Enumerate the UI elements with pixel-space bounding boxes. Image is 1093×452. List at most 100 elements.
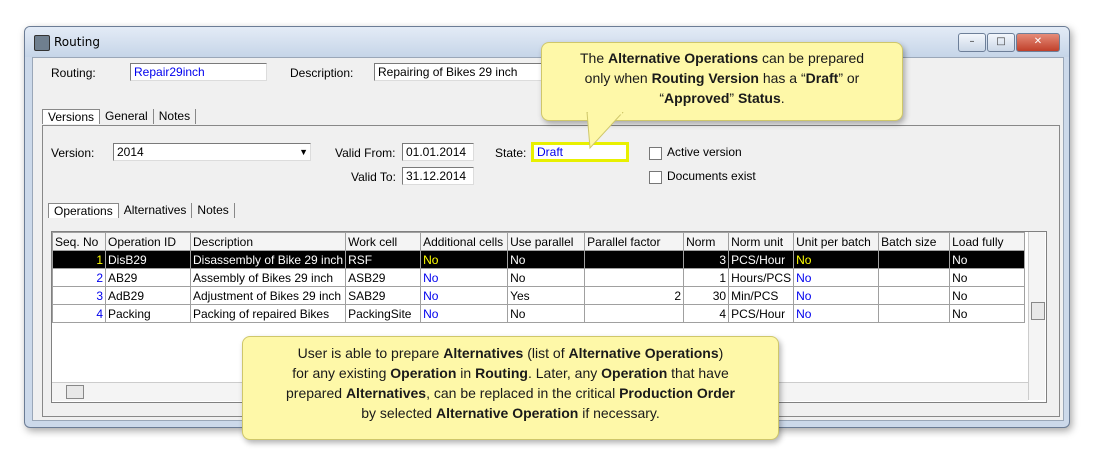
table-cell[interactable]: Packing — [105, 304, 191, 323]
table-cell[interactable]: No — [420, 304, 509, 323]
table-row[interactable]: 3 AdB29 Adjustment of Bikes 29 inch SAB29 No… — [52, 286, 1026, 305]
callout-b-line-3: prepared Alternatives, can be replaced i… — [286, 385, 735, 401]
table-cell[interactable]: No — [420, 286, 509, 305]
tab-versions[interactable]: Versions — [42, 109, 101, 124]
table-cell[interactable]: No — [793, 286, 880, 305]
table-cell[interactable] — [878, 250, 951, 269]
col-norm[interactable]: Norm — [683, 232, 730, 251]
table-cell[interactable]: Assembly of Bikes 29 inch — [189, 268, 347, 287]
documents-exist-checkbox[interactable] — [649, 171, 662, 184]
close-button[interactable]: ✕ — [1016, 33, 1060, 52]
table-cell[interactable] — [584, 268, 685, 287]
col-seq-no[interactable]: Seq. No — [52, 232, 106, 251]
table-cell[interactable]: PCS/Hour — [728, 304, 795, 323]
table-cell[interactable]: No — [507, 250, 586, 269]
tab-inner-notes[interactable]: Notes — [192, 203, 235, 218]
table-cell[interactable]: Hours/PCS — [728, 268, 795, 287]
table-cell[interactable]: PCS/Hour — [728, 250, 795, 269]
maximize-button[interactable]: □ — [987, 33, 1015, 52]
table-cell[interactable]: Yes — [507, 286, 586, 305]
table-cell[interactable]: Disassembly of Bike 29 inch — [189, 250, 347, 269]
table-cell[interactable]: No — [507, 304, 586, 323]
top-tab-strip: Versions General Notes — [42, 109, 197, 124]
table-cell[interactable]: 3 — [52, 286, 106, 305]
table-cell[interactable]: DisB29 — [105, 250, 191, 269]
col-norm-unit[interactable]: Norm unit — [728, 232, 795, 251]
version-value: 2014 — [117, 145, 144, 159]
col-work-cell[interactable]: Work cell — [345, 232, 422, 251]
minimize-button[interactable]: – — [958, 33, 986, 52]
table-cell[interactable]: SAB29 — [345, 286, 422, 305]
table-cell[interactable]: AdB29 — [105, 286, 191, 305]
routing-label: Routing: — [51, 66, 96, 80]
table-cell[interactable]: No — [420, 268, 509, 287]
col-use-parallel[interactable]: Use parallel — [507, 232, 586, 251]
description-label: Description: — [290, 66, 354, 80]
table-header-row: Seq. No Operation ID Description Work ce… — [52, 232, 1026, 251]
callout-b-line-4: by selected Alternative Operation if nec… — [361, 405, 660, 421]
tab-general[interactable]: General — [100, 109, 154, 124]
table-cell[interactable]: Min/PCS — [728, 286, 795, 305]
col-unit-per-batch[interactable]: Unit per batch — [793, 232, 880, 251]
valid-from-input[interactable]: 01.01.2014 — [402, 143, 474, 161]
table-cell[interactable]: AB29 — [105, 268, 191, 287]
callout-line-2: only when Routing Version has a “Draft” … — [584, 70, 860, 86]
table-cell[interactable]: ASB29 — [345, 268, 422, 287]
col-batch-size[interactable]: Batch size — [878, 232, 951, 251]
table-cell[interactable]: PackingSite — [345, 304, 422, 323]
table-cell[interactable]: 4 — [683, 304, 730, 323]
table-cell[interactable]: No — [420, 250, 509, 269]
active-version-checkbox[interactable] — [649, 147, 662, 160]
callout-line-3: “Approved” Status. — [659, 90, 785, 106]
state-label: State: — [495, 146, 527, 160]
table-cell[interactable]: No — [949, 286, 1026, 305]
table-cell[interactable] — [878, 268, 951, 287]
col-load-fully[interactable]: Load fully — [949, 232, 1026, 251]
col-additional-cells[interactable]: Additional cells — [420, 232, 509, 251]
table-cell[interactable]: 2 — [52, 268, 106, 287]
version-select[interactable]: 2014 ▼ — [113, 143, 311, 161]
tab-operations[interactable]: Operations — [48, 203, 119, 218]
table-cell[interactable]: RSF — [345, 250, 422, 269]
app-icon — [34, 35, 50, 51]
table-cell[interactable]: 1 — [52, 250, 106, 269]
routing-input[interactable]: Repair29inch — [130, 63, 267, 81]
table-cell[interactable]: No — [949, 268, 1026, 287]
table-cell[interactable]: 4 — [52, 304, 106, 323]
table-row[interactable]: 1 DisB29 Disassembly of Bike 29 inch RSF No N… — [52, 250, 1026, 269]
callout-draft-approved: The Alternative Operations can be prepar… — [541, 42, 903, 121]
valid-from-label: Valid From: — [335, 146, 396, 160]
table-cell[interactable]: No — [949, 304, 1026, 323]
table-cell[interactable]: 1 — [683, 268, 730, 287]
table-cell[interactable] — [878, 286, 951, 305]
hscroll-thumb[interactable] — [66, 385, 84, 399]
table-cell[interactable]: 3 — [683, 250, 730, 269]
table-cell[interactable]: No — [793, 250, 880, 269]
table-cell[interactable]: Packing of repaired Bikes — [189, 304, 347, 323]
table-cell[interactable]: 2 — [584, 286, 685, 305]
col-description[interactable]: Description — [189, 232, 347, 251]
chevron-down-icon[interactable]: ▼ — [299, 144, 308, 161]
table-cell[interactable]: No — [507, 268, 586, 287]
table-row[interactable]: 4 Packing Packing of repaired Bikes Packing… — [52, 304, 1026, 323]
table-cell[interactable]: No — [793, 268, 880, 287]
table-row[interactable]: 2 AB29 Assembly of Bikes 29 inch ASB29 No No 1… — [52, 268, 1026, 287]
col-parallel-factor[interactable]: Parallel factor — [584, 232, 685, 251]
table-cell[interactable] — [878, 304, 951, 323]
version-label: Version: — [51, 146, 95, 160]
vertical-scrollbar[interactable] — [1028, 232, 1045, 400]
tab-alternatives[interactable]: Alternatives — [119, 203, 193, 218]
table-cell[interactable] — [584, 304, 685, 323]
col-operation-id[interactable]: Operation ID — [105, 232, 191, 251]
callout-line-1: The Alternative Operations can be prepar… — [579, 50, 865, 66]
tab-notes[interactable]: Notes — [154, 109, 197, 124]
table-cell[interactable]: No — [793, 304, 880, 323]
callout-b-line-1: User is able to prepare Alternatives (li… — [297, 345, 724, 361]
documents-exist-label: Documents exist — [667, 169, 756, 183]
valid-to-input[interactable]: 31.12.2014 — [402, 167, 474, 185]
table-cell[interactable] — [584, 250, 685, 269]
scroll-thumb[interactable] — [1031, 302, 1045, 320]
table-cell[interactable]: Adjustment of Bikes 29 inch — [189, 286, 347, 305]
table-cell[interactable]: No — [949, 250, 1026, 269]
table-cell[interactable]: 30 — [683, 286, 730, 305]
